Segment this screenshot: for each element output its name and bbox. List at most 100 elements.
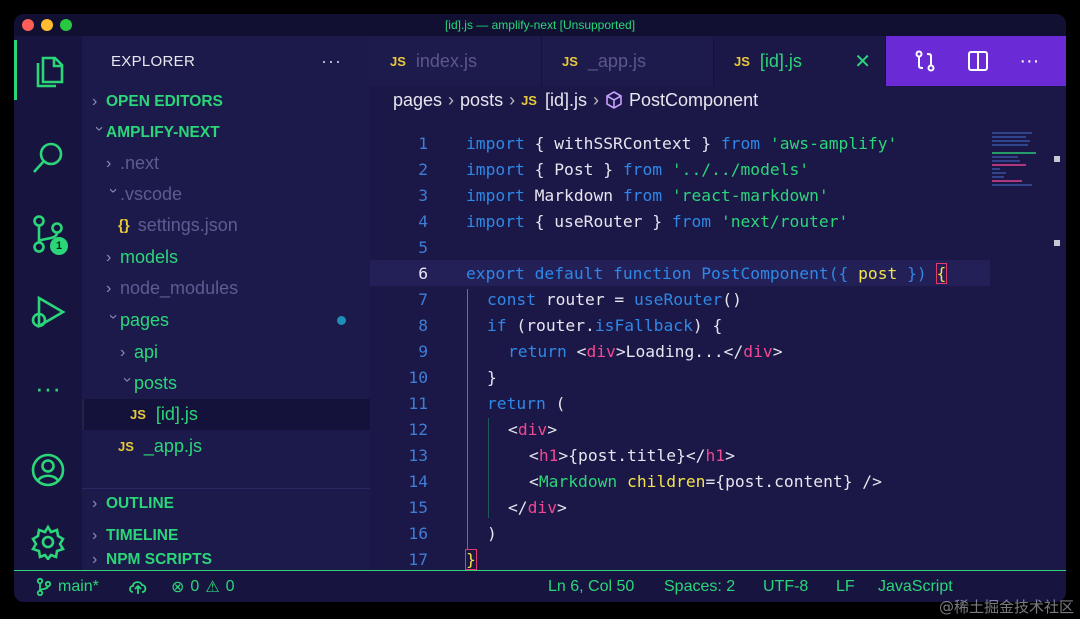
gear-icon bbox=[31, 524, 65, 560]
maximize-window-button[interactable] bbox=[60, 19, 72, 31]
error-icon: ⊗ bbox=[171, 578, 185, 596]
warning-count: 0 bbox=[225, 577, 235, 595]
line-number: 16 bbox=[408, 523, 428, 543]
line-number: 7 bbox=[418, 289, 428, 309]
code-text: export default function PostComponent({ … bbox=[466, 262, 948, 284]
code-text: <Markdown children={post.content} /> bbox=[529, 471, 882, 491]
folder-api[interactable]: › api bbox=[82, 337, 370, 368]
chevron-right-icon: › bbox=[106, 279, 112, 297]
code-text: import Markdown from 'react-markdown' bbox=[466, 185, 829, 205]
more-activity[interactable]: ··· bbox=[14, 358, 82, 418]
file-settings-json[interactable]: {} settings.json bbox=[82, 210, 370, 241]
line-number: 2 bbox=[418, 159, 428, 179]
line-number: 10 bbox=[408, 367, 428, 387]
chevron-right-icon: › bbox=[106, 248, 112, 266]
line-number: 3 bbox=[418, 185, 428, 205]
outline-label: OUTLINE bbox=[106, 494, 175, 512]
outline-section[interactable]: › OUTLINE bbox=[82, 488, 370, 520]
editor-actions: ··· bbox=[886, 36, 1066, 86]
file-id-js[interactable]: JS [id].js bbox=[82, 399, 370, 430]
account-icon bbox=[31, 453, 65, 487]
close-icon[interactable]: ✕ bbox=[854, 49, 871, 74]
source-control-activity[interactable]: 1 bbox=[14, 204, 82, 264]
open-editors-section[interactable]: › OPEN EDITORS bbox=[82, 86, 370, 117]
more-icon: ··· bbox=[35, 372, 61, 403]
files-icon bbox=[36, 56, 63, 88]
line-number: 8 bbox=[418, 315, 428, 335]
title-bar: [id].js — amplify-next [Unsupported] bbox=[14, 14, 1066, 36]
indentation-status[interactable]: Spaces: 2 bbox=[664, 578, 735, 596]
vscode-window: [id].js — amplify-next [Unsupported] 1 ·… bbox=[14, 14, 1066, 602]
timeline-section[interactable]: › TIMELINE bbox=[82, 520, 370, 552]
code-line: 16 ) bbox=[370, 520, 990, 546]
tab-index-js[interactable]: JS index.js bbox=[370, 36, 542, 86]
accounts-activity[interactable] bbox=[14, 440, 82, 500]
npm-scripts-section[interactable]: › NPM SCRIPTS bbox=[82, 551, 370, 570]
line-number: 13 bbox=[408, 445, 428, 465]
js-file-icon: JS bbox=[130, 407, 146, 422]
code-line: 17 } bbox=[370, 546, 990, 570]
breadcrumb-item[interactable]: posts bbox=[460, 90, 503, 111]
cursor-position[interactable]: Ln 6, Col 50 bbox=[548, 578, 634, 596]
folder-node-modules[interactable]: › node_modules bbox=[82, 273, 370, 304]
tab-label: _app.js bbox=[587, 50, 646, 71]
code-text: <div> bbox=[508, 419, 558, 439]
eol-status[interactable]: LF bbox=[836, 578, 855, 596]
tab-id-js[interactable]: JS [id].js ✕ bbox=[714, 36, 886, 86]
cube-icon bbox=[606, 91, 622, 109]
line-number: 6 bbox=[418, 263, 428, 283]
branch-icon bbox=[36, 577, 52, 596]
tab-label: index.js bbox=[415, 50, 477, 71]
code-editor[interactable]: 1 import { withSSRContext } from 'aws-am… bbox=[370, 114, 1066, 570]
code-text: } bbox=[465, 548, 477, 570]
problems-status[interactable]: ⊗ 0 ⚠ 0 bbox=[171, 577, 235, 597]
manage-activity[interactable] bbox=[14, 512, 82, 572]
chevron-right-icon: › bbox=[106, 154, 112, 172]
code-text: <h1>{post.title}</h1> bbox=[529, 445, 735, 465]
branch-status[interactable]: main* bbox=[36, 577, 99, 596]
line-number: 17 bbox=[408, 549, 428, 569]
close-window-button[interactable] bbox=[22, 19, 34, 31]
file-app-js[interactable]: JS _app.js bbox=[82, 431, 370, 462]
error-count: 0 bbox=[190, 577, 200, 595]
line-number: 11 bbox=[408, 393, 428, 413]
explorer-more-button[interactable]: ··· bbox=[321, 51, 342, 72]
watermark: @稀土掘金技术社区 bbox=[938, 598, 1074, 616]
code-text: return ( bbox=[487, 393, 566, 413]
folder-next[interactable]: › .next bbox=[82, 148, 370, 179]
split-editor-icon[interactable] bbox=[966, 49, 990, 73]
chevron-right-icon: › bbox=[509, 89, 516, 110]
code-text: import { useRouter } from 'next/router' bbox=[466, 211, 849, 231]
branch-name: main* bbox=[58, 577, 99, 595]
explorer-sidebar: EXPLORER ··· › OPEN EDITORS › AMPLIFY-NE… bbox=[82, 36, 370, 570]
scm-badge: 1 bbox=[50, 237, 68, 255]
project-section[interactable]: › AMPLIFY-NEXT bbox=[82, 117, 370, 148]
explorer-activity[interactable] bbox=[14, 40, 82, 100]
folder-vscode[interactable]: › .vscode bbox=[82, 179, 370, 210]
code-line: 11 return ( bbox=[370, 390, 990, 416]
code-line: 10 } bbox=[370, 364, 990, 390]
minimap[interactable] bbox=[992, 130, 1048, 210]
run-debug-activity[interactable] bbox=[14, 282, 82, 342]
breadcrumb-item[interactable]: PostComponent bbox=[629, 90, 758, 111]
search-activity[interactable] bbox=[14, 128, 82, 188]
minimize-window-button[interactable] bbox=[41, 19, 53, 31]
explorer-title: EXPLORER bbox=[111, 52, 196, 70]
breadcrumb-item[interactable]: [id].js bbox=[545, 90, 587, 111]
run-debug-icon bbox=[31, 295, 66, 329]
language-status[interactable]: JavaScript bbox=[878, 578, 953, 596]
tab-app-js[interactable]: JS _app.js bbox=[542, 36, 714, 86]
folder-posts[interactable]: › posts bbox=[82, 368, 370, 399]
folder-label: posts bbox=[134, 373, 178, 393]
more-actions-icon[interactable]: ··· bbox=[1019, 50, 1039, 73]
chevron-down-icon: › bbox=[105, 313, 122, 319]
folder-models[interactable]: › models bbox=[82, 242, 370, 273]
folder-pages[interactable]: › pages bbox=[82, 305, 370, 336]
line-number: 9 bbox=[418, 341, 428, 361]
code-line: 4 import { useRouter } from 'next/router… bbox=[370, 208, 990, 234]
breadcrumb-item[interactable]: pages bbox=[393, 90, 442, 111]
compare-changes-icon[interactable] bbox=[913, 49, 937, 73]
sync-status[interactable] bbox=[128, 579, 148, 595]
chevron-down-icon: › bbox=[119, 376, 136, 382]
encoding-status[interactable]: UTF-8 bbox=[763, 578, 808, 596]
